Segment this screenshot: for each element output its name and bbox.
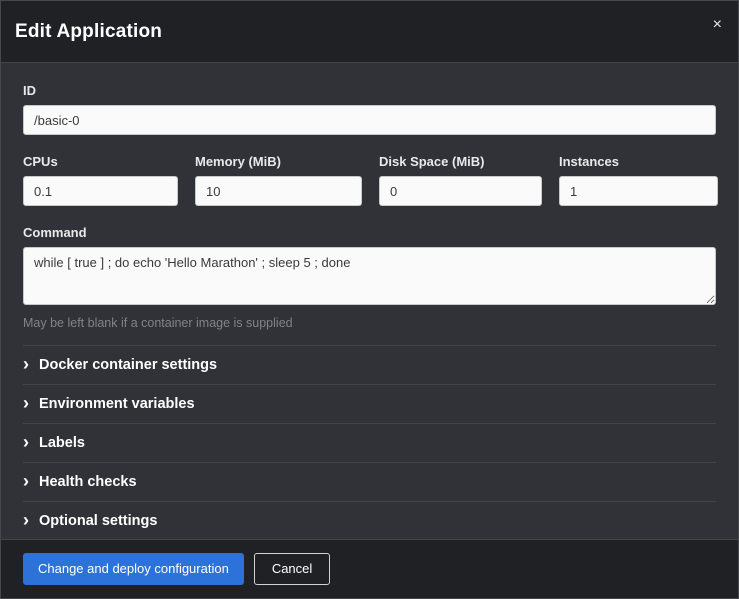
edit-application-modal: Edit Application × ID CPUs Memory (MiB) … [0, 0, 739, 599]
modal-footer: Change and deploy configuration Cancel [1, 539, 738, 598]
section-label: Labels [39, 435, 85, 451]
section-label: Health checks [39, 474, 137, 490]
id-field-block: ID [23, 83, 716, 135]
chevron-right-icon: › [23, 511, 39, 529]
modal-title: Edit Application [15, 21, 162, 43]
chevron-right-icon: › [23, 394, 39, 412]
resources-field-row: CPUs Memory (MiB) Disk Space (MiB) Insta… [23, 154, 716, 206]
modal-body: ID CPUs Memory (MiB) Disk Space (MiB) In… [1, 63, 738, 539]
section-optional-settings[interactable]: › Optional settings [23, 502, 716, 539]
chevron-right-icon: › [23, 355, 39, 373]
modal-header: Edit Application × [1, 1, 738, 63]
disk-label: Disk Space (MiB) [379, 154, 542, 169]
section-label: Optional settings [39, 513, 157, 529]
cancel-button[interactable]: Cancel [254, 553, 330, 585]
section-environment-variables[interactable]: › Environment variables [23, 385, 716, 424]
memory-label: Memory (MiB) [195, 154, 362, 169]
section-label: Environment variables [39, 396, 195, 412]
instances-input[interactable] [559, 176, 718, 206]
command-help-text: May be left blank if a container image i… [23, 316, 716, 330]
disk-input[interactable] [379, 176, 542, 206]
chevron-right-icon: › [23, 433, 39, 451]
command-label: Command [23, 225, 716, 240]
id-label: ID [23, 83, 716, 98]
chevron-right-icon: › [23, 472, 39, 490]
cpus-label: CPUs [23, 154, 178, 169]
section-health-checks[interactable]: › Health checks [23, 463, 716, 502]
section-docker-container-settings[interactable]: › Docker container settings [23, 346, 716, 385]
id-input[interactable] [23, 105, 716, 135]
section-labels[interactable]: › Labels [23, 424, 716, 463]
disk-field-block: Disk Space (MiB) [379, 154, 542, 206]
cpus-field-block: CPUs [23, 154, 178, 206]
close-icon[interactable]: × [713, 17, 722, 33]
memory-input[interactable] [195, 176, 362, 206]
instances-label: Instances [559, 154, 718, 169]
instances-field-block: Instances [559, 154, 718, 206]
memory-field-block: Memory (MiB) [195, 154, 362, 206]
cpus-input[interactable] [23, 176, 178, 206]
command-textarea[interactable]: while [ true ] ; do echo 'Hello Marathon… [23, 247, 716, 305]
change-and-deploy-button[interactable]: Change and deploy configuration [23, 553, 244, 585]
section-label: Docker container settings [39, 357, 217, 373]
command-field-block: Command while [ true ] ; do echo 'Hello … [23, 225, 716, 330]
collapsible-sections: › Docker container settings › Environmen… [23, 345, 716, 539]
